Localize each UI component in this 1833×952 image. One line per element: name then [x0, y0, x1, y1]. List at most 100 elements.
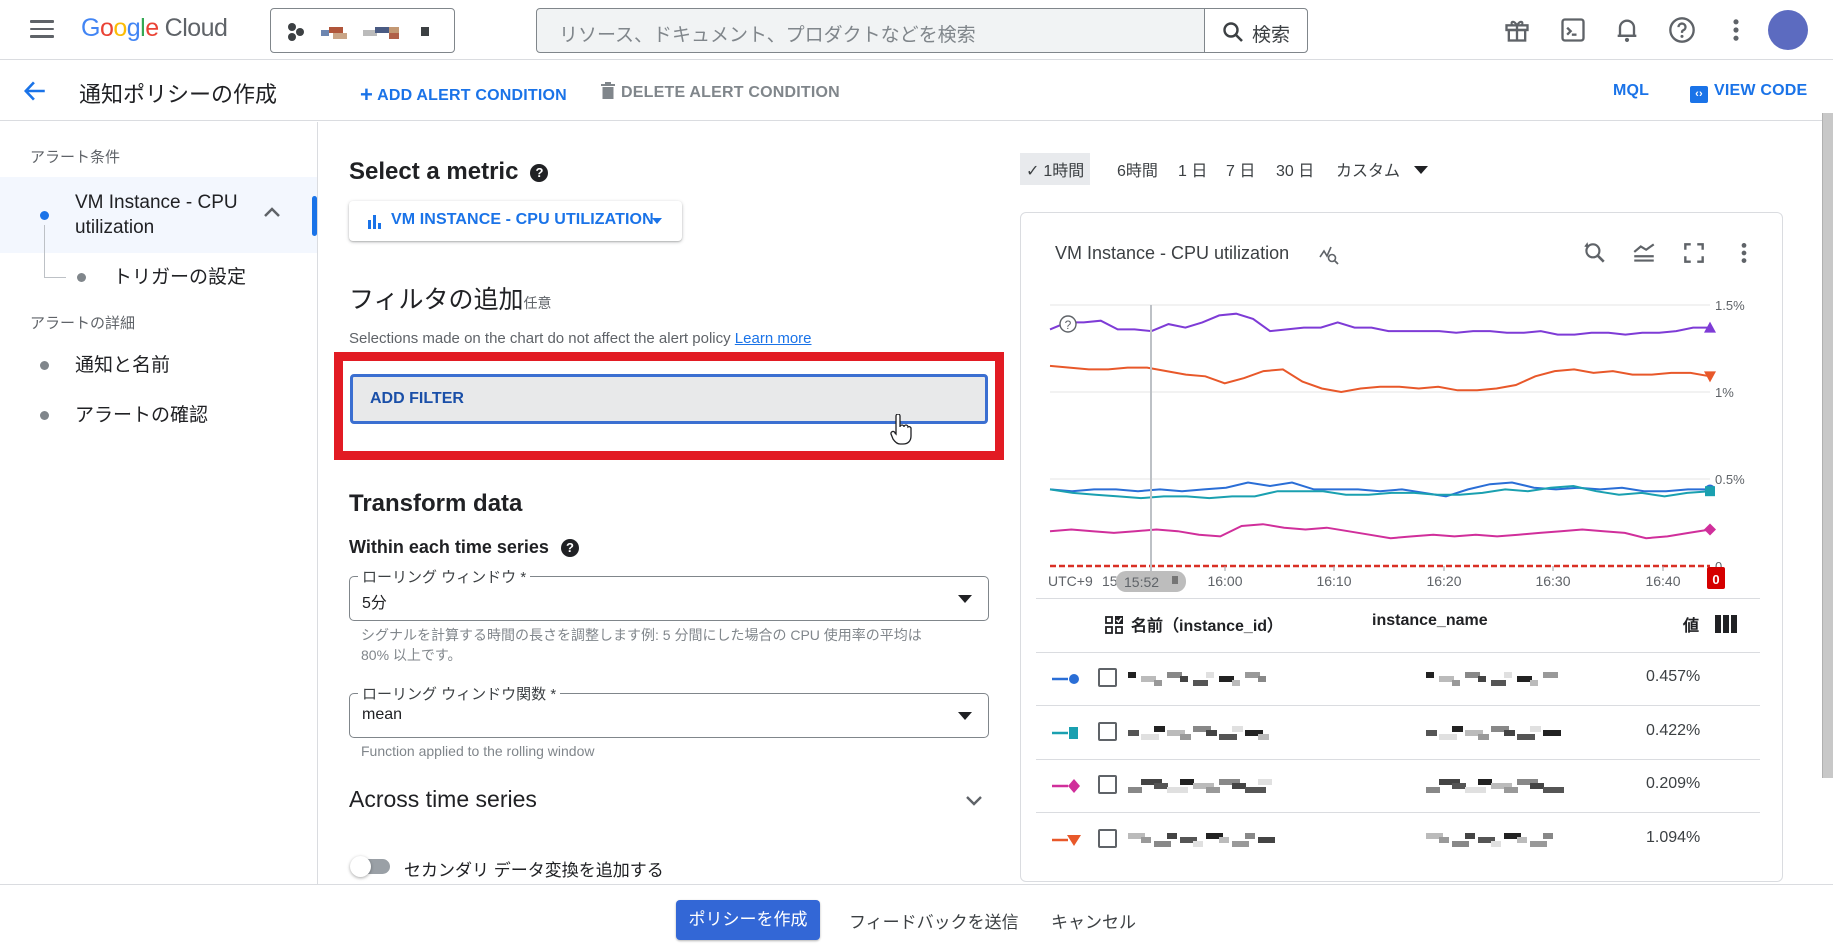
reset-zoom-icon[interactable]: [1581, 240, 1607, 266]
dropdown-arrow-icon: [1414, 166, 1429, 174]
across-time-series-heading[interactable]: Across time series: [349, 786, 537, 813]
sidebar-section-alert-conditions: アラート条件: [30, 149, 121, 166]
legend-row[interactable]: 0.422%: [1036, 706, 1760, 759]
chart-title: VM Instance - CPU utilization: [1055, 243, 1290, 263]
filter-hint: Selections made on the chart do not affe…: [349, 330, 812, 347]
y-tick-label: 0.5%: [1715, 472, 1745, 487]
dropdown-arrow-icon: [652, 218, 662, 224]
x-tick-label: 16:40: [1645, 573, 1680, 589]
back-arrow-icon[interactable]: [22, 78, 48, 104]
time-range-1d[interactable]: 1 日: [1172, 153, 1213, 185]
add-filter-heading: フィルタの追加任意: [349, 286, 552, 314]
vertical-scrollbar[interactable]: [1822, 113, 1833, 778]
legend-row[interactable]: 0.209%: [1036, 759, 1760, 812]
help-icon[interactable]: [1668, 16, 1696, 44]
column-select-icon[interactable]: [1105, 616, 1123, 634]
pin-icon: [1172, 576, 1178, 584]
cursor-time-chip[interactable]: 15:52: [1116, 571, 1186, 592]
y-axis-labels: 00.5%1%1.5%: [1715, 298, 1745, 574]
cancel-button[interactable]: キャンセル: [1051, 908, 1136, 933]
transform-data-heading: Transform data: [349, 490, 523, 517]
series-line[interactable]: [1049, 523, 1711, 540]
series-checkbox[interactable]: [1098, 775, 1117, 794]
sidebar-item-notifications[interactable]: 通知と名前: [0, 342, 317, 388]
help-icon[interactable]: ?: [560, 539, 579, 558]
x-tick-label: 15: [1102, 573, 1118, 589]
time-range-6h[interactable]: 6時間: [1111, 153, 1164, 185]
series-end-marker: [1704, 371, 1716, 383]
step-dot: [40, 211, 49, 220]
info-icon[interactable]: ?: [1059, 315, 1077, 333]
legend-header-value[interactable]: 値: [1683, 612, 1699, 636]
legend-toggle-icon[interactable]: [1631, 240, 1657, 266]
threshold-badge: 0: [1707, 567, 1725, 589]
sidebar-item-trigger[interactable]: トリガーの設定: [0, 254, 317, 300]
account-avatar[interactable]: [1768, 10, 1808, 50]
google-cloud-logo[interactable]: Google Cloud: [81, 14, 228, 43]
search-input[interactable]: リソース、ドキュメント、プロダクトなどを検索: [559, 20, 976, 47]
series-value: 0.457%: [1646, 668, 1701, 685]
sidebar-item-condition[interactable]: VM Instance - CPU utilization: [0, 177, 317, 253]
series-checkbox[interactable]: [1098, 722, 1117, 741]
legend-header-name[interactable]: 名前（instance_id）: [1131, 612, 1283, 636]
rolling-window-select[interactable]: ローリング ウィンドウ * 5分: [349, 566, 989, 621]
delete-alert-condition-button[interactable]: DELETE ALERT CONDITION: [601, 82, 840, 102]
y-tick-label: 1.5%: [1715, 298, 1745, 313]
y-tick-label: 1%: [1715, 385, 1734, 400]
learn-more-link[interactable]: Learn more: [735, 330, 812, 347]
help-icon[interactable]: ?: [530, 163, 549, 182]
more-vert-icon[interactable]: [1722, 16, 1750, 44]
legend-header-instance-name[interactable]: instance_name: [1372, 612, 1488, 630]
x-tick-label: 16:30: [1535, 573, 1570, 589]
series-value: 0.209%: [1646, 775, 1701, 792]
legend-row[interactable]: 1.094%: [1036, 813, 1760, 866]
line-chart[interactable]: 00.5%1%1.5% ? 16:00 16:10 16:20 16:30 16:401…: [1030, 290, 1770, 595]
chevron-down-icon[interactable]: [963, 790, 985, 812]
series-checkbox[interactable]: [1098, 668, 1117, 687]
series-line[interactable]: [1049, 312, 1710, 336]
mql-button[interactable]: MQL: [1613, 82, 1649, 100]
time-range-1h[interactable]: ✓ 1時間: [1020, 153, 1091, 185]
time-range-7d[interactable]: 7 日: [1220, 153, 1261, 185]
send-feedback-button[interactable]: フィードバックを送信: [849, 908, 1019, 933]
time-range-30d[interactable]: 30 日: [1270, 153, 1320, 185]
columns-icon[interactable]: [1715, 615, 1737, 633]
svg-text:?: ?: [1065, 318, 1072, 332]
search-button[interactable]: 検索: [1204, 9, 1307, 52]
search-bar: リソース、ドキュメント、プロダクトなどを検索 検索: [536, 8, 1308, 53]
series-end-marker: [1705, 486, 1715, 497]
add-alert-condition-button[interactable]: + ADD ALERT CONDITION: [360, 82, 567, 108]
series-end-markers: [1704, 321, 1716, 536]
project-picker[interactable]: [270, 8, 455, 53]
metric-selector-button[interactable]: VM INSTANCE - CPU UTILIZATION: [349, 201, 682, 241]
series-line[interactable]: [1049, 364, 1711, 394]
dropdown-arrow-icon: [958, 712, 972, 720]
legend-row[interactable]: 0.457%: [1036, 652, 1760, 705]
chart-more-vert-icon[interactable]: [1731, 240, 1757, 266]
explore-chart-icon[interactable]: [1318, 243, 1342, 267]
series-value: 1.094%: [1646, 829, 1701, 846]
project-icon: [288, 23, 306, 41]
x-tick-label: 16:00: [1207, 573, 1242, 589]
time-range-custom[interactable]: カスタム: [1330, 153, 1434, 185]
sidebar-item-review[interactable]: アラートの確認: [0, 392, 317, 438]
fullscreen-icon[interactable]: [1681, 240, 1707, 266]
view-code-button[interactable]: ‹› VIEW CODE: [1690, 82, 1807, 103]
menu-icon[interactable]: [30, 20, 54, 40]
create-policy-button[interactable]: ポリシーを作成: [676, 900, 820, 940]
rolling-function-hint: Function applied to the rolling window: [361, 743, 595, 759]
within-time-series-heading: Within each time series?: [349, 537, 579, 558]
dropdown-arrow-icon: [958, 595, 972, 603]
cloud-shell-icon[interactable]: [1559, 16, 1587, 44]
rolling-window-hint: シグナルを計算する時間の長さを調整します例: 5 分間にした場合の CPU 使用…: [361, 627, 922, 663]
series-checkbox[interactable]: [1098, 829, 1117, 848]
active-indicator: [312, 196, 317, 236]
notifications-icon[interactable]: [1613, 16, 1641, 44]
rolling-window-function-select[interactable]: ローリング ウィンドウ関数 * mean: [349, 683, 989, 738]
secondary-transform-toggle[interactable]: [350, 856, 392, 877]
gift-icon[interactable]: [1503, 16, 1531, 44]
top-bar: Google Cloud リソース、ドキュメント、プロダクトなどを検索 検索: [0, 0, 1833, 60]
chevron-up-icon[interactable]: [262, 205, 282, 219]
x-tick-label: 16:10: [1316, 573, 1351, 589]
diamond-marker-icon: [1052, 779, 1080, 793]
